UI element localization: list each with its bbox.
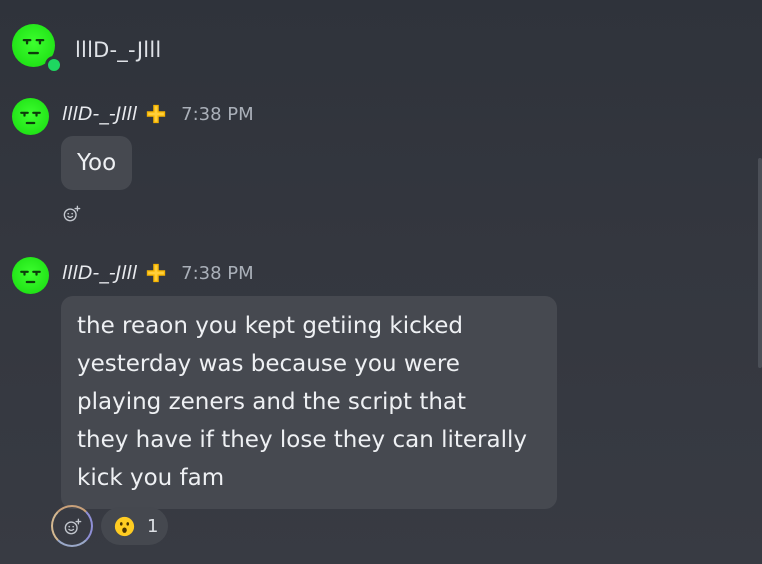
online-status-indicator xyxy=(45,56,63,74)
message-text-line: playing zeners and the script that xyxy=(77,389,467,415)
reaction-chip[interactable]: 1 xyxy=(101,507,168,545)
message-avatar[interactable] xyxy=(12,98,49,135)
message-text-line: kick you fam xyxy=(77,465,225,491)
message-header: lllD-_-Jlll 7:38 PM xyxy=(62,262,254,284)
message-header: lllD-_-Jlll 7:38 PM xyxy=(62,103,254,125)
plus-badge-icon xyxy=(146,263,166,283)
message-avatar[interactable] xyxy=(12,257,49,294)
message-text-line: the reaon you kept getiing kicked xyxy=(77,313,464,339)
header-username[interactable]: lllD-_-Jlll xyxy=(75,38,161,62)
add-reaction-button[interactable] xyxy=(51,505,93,547)
message-timestamp: 7:38 PM xyxy=(181,103,254,125)
unamused-face-icon xyxy=(20,111,41,125)
scrollbar[interactable] xyxy=(758,158,762,368)
unamused-face-icon xyxy=(20,270,41,284)
author-name[interactable]: lllD-_-Jlll xyxy=(62,262,137,284)
plus-badge-icon xyxy=(146,104,166,124)
message-timestamp: 7:38 PM xyxy=(181,262,254,284)
add-reaction-icon[interactable] xyxy=(63,205,81,223)
message-text-line: yesterday was because you were xyxy=(77,351,460,377)
surprised-face-emoji-icon xyxy=(114,516,135,536)
message-text-line: they have if they lose they can literall… xyxy=(77,427,527,453)
author-name[interactable]: lllD-_-Jlll xyxy=(62,103,137,125)
message-bubble[interactable]: Yoo xyxy=(61,136,133,190)
message-text: Yoo xyxy=(77,150,117,176)
message-bubble[interactable]: the reaon you kept getiing kicked yester… xyxy=(61,296,557,509)
reaction-count: 1 xyxy=(147,515,159,537)
add-reaction-icon xyxy=(64,518,82,535)
